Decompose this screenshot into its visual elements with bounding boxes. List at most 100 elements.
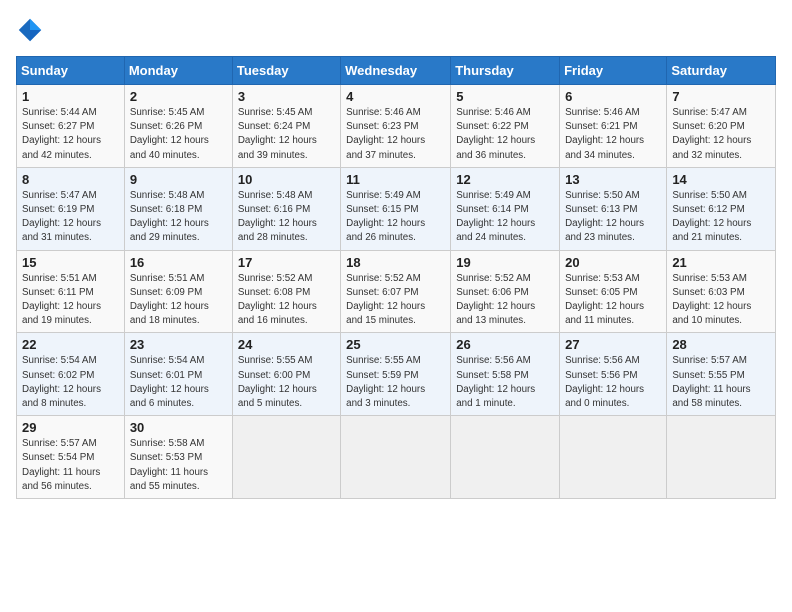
day-number: 7 — [672, 89, 770, 104]
calendar-cell: 26 Sunrise: 5:56 AM Sunset: 5:58 PM Dayli… — [451, 333, 560, 416]
calendar-week-row: 29 Sunrise: 5:57 AM Sunset: 5:54 PM Dayli… — [17, 416, 776, 499]
day-detail: Sunrise: 5:54 AM Sunset: 6:01 PM Dayligh… — [130, 354, 227, 411]
day-number: 22 — [22, 337, 119, 352]
day-detail: Sunrise: 5:49 AM Sunset: 6:15 PM Dayligh… — [346, 189, 445, 246]
calendar-cell: 18 Sunrise: 5:52 AM Sunset: 6:07 PM Dayli… — [341, 250, 451, 333]
weekday-header: Monday — [124, 57, 232, 85]
weekday-header: Wednesday — [341, 57, 451, 85]
day-number: 30 — [130, 420, 227, 435]
day-detail: Sunrise: 5:45 AM Sunset: 6:26 PM Dayligh… — [130, 106, 227, 163]
day-detail: Sunrise: 5:46 AM Sunset: 6:23 PM Dayligh… — [346, 106, 445, 163]
day-number: 5 — [456, 89, 554, 104]
logo-icon — [16, 16, 44, 44]
weekday-header: Saturday — [667, 57, 776, 85]
calendar-cell: 24 Sunrise: 5:55 AM Sunset: 6:00 PM Dayli… — [232, 333, 340, 416]
calendar-cell — [341, 416, 451, 499]
calendar-week-row: 15 Sunrise: 5:51 AM Sunset: 6:11 PM Dayli… — [17, 250, 776, 333]
day-detail: Sunrise: 5:54 AM Sunset: 6:02 PM Dayligh… — [22, 354, 119, 411]
day-detail: Sunrise: 5:46 AM Sunset: 6:21 PM Dayligh… — [565, 106, 661, 163]
day-number: 19 — [456, 255, 554, 270]
day-detail: Sunrise: 5:53 AM Sunset: 6:05 PM Dayligh… — [565, 272, 661, 329]
calendar-cell: 16 Sunrise: 5:51 AM Sunset: 6:09 PM Dayli… — [124, 250, 232, 333]
day-detail: Sunrise: 5:58 AM Sunset: 5:53 PM Dayligh… — [130, 437, 227, 494]
day-number: 27 — [565, 337, 661, 352]
weekday-header: Friday — [560, 57, 667, 85]
calendar-cell: 4Sunrise: 5:46 AM Sunset: 6:23 PM Daylig… — [341, 85, 451, 168]
calendar-cell: 25 Sunrise: 5:55 AM Sunset: 5:59 PM Dayli… — [341, 333, 451, 416]
day-number: 17 — [238, 255, 335, 270]
day-detail: Sunrise: 5:56 AM Sunset: 5:56 PM Dayligh… — [565, 354, 661, 411]
calendar-cell: 22 Sunrise: 5:54 AM Sunset: 6:02 PM Dayli… — [17, 333, 125, 416]
day-detail: Sunrise: 5:52 AM Sunset: 6:06 PM Dayligh… — [456, 272, 554, 329]
calendar-cell: 29 Sunrise: 5:57 AM Sunset: 5:54 PM Dayli… — [17, 416, 125, 499]
calendar-cell — [560, 416, 667, 499]
weekday-header: Sunday — [17, 57, 125, 85]
day-detail: Sunrise: 5:55 AM Sunset: 6:00 PM Dayligh… — [238, 354, 335, 411]
day-detail: Sunrise: 5:44 AM Sunset: 6:27 PM Dayligh… — [22, 106, 119, 163]
day-number: 13 — [565, 172, 661, 187]
calendar-cell: 19 Sunrise: 5:52 AM Sunset: 6:06 PM Dayli… — [451, 250, 560, 333]
calendar-cell — [667, 416, 776, 499]
calendar-cell — [232, 416, 340, 499]
day-detail: Sunrise: 5:49 AM Sunset: 6:14 PM Dayligh… — [456, 189, 554, 246]
day-detail: Sunrise: 5:50 AM Sunset: 6:12 PM Dayligh… — [672, 189, 770, 246]
calendar-cell: 8 Sunrise: 5:47 AM Sunset: 6:19 PM Daylig… — [17, 167, 125, 250]
day-number: 29 — [22, 420, 119, 435]
calendar-week-row: 22 Sunrise: 5:54 AM Sunset: 6:02 PM Dayli… — [17, 333, 776, 416]
day-number: 26 — [456, 337, 554, 352]
day-detail: Sunrise: 5:47 AM Sunset: 6:19 PM Dayligh… — [22, 189, 119, 246]
day-detail: Sunrise: 5:48 AM Sunset: 6:18 PM Dayligh… — [130, 189, 227, 246]
day-detail: Sunrise: 5:48 AM Sunset: 6:16 PM Dayligh… — [238, 189, 335, 246]
day-detail: Sunrise: 5:55 AM Sunset: 5:59 PM Dayligh… — [346, 354, 445, 411]
calendar-cell: 2 Sunrise: 5:45 AM Sunset: 6:26 PM Daylig… — [124, 85, 232, 168]
calendar-cell: 12 Sunrise: 5:49 AM Sunset: 6:14 PM Dayli… — [451, 167, 560, 250]
calendar-cell: 6Sunrise: 5:46 AM Sunset: 6:21 PM Daylig… — [560, 85, 667, 168]
day-number: 14 — [672, 172, 770, 187]
day-detail: Sunrise: 5:56 AM Sunset: 5:58 PM Dayligh… — [456, 354, 554, 411]
day-number: 20 — [565, 255, 661, 270]
weekday-header: Thursday — [451, 57, 560, 85]
day-detail: Sunrise: 5:51 AM Sunset: 6:11 PM Dayligh… — [22, 272, 119, 329]
day-number: 21 — [672, 255, 770, 270]
calendar-week-row: 8 Sunrise: 5:47 AM Sunset: 6:19 PM Daylig… — [17, 167, 776, 250]
calendar-cell: 28Sunrise: 5:57 AM Sunset: 5:55 PM Dayli… — [667, 333, 776, 416]
day-detail: Sunrise: 5:52 AM Sunset: 6:08 PM Dayligh… — [238, 272, 335, 329]
day-number: 23 — [130, 337, 227, 352]
calendar-cell: 27 Sunrise: 5:56 AM Sunset: 5:56 PM Dayli… — [560, 333, 667, 416]
calendar-cell: 1Sunrise: 5:44 AM Sunset: 6:27 PM Daylig… — [17, 85, 125, 168]
calendar-cell: 21 Sunrise: 5:53 AM Sunset: 6:03 PM Dayli… — [667, 250, 776, 333]
day-number: 18 — [346, 255, 445, 270]
calendar-cell: 11Sunrise: 5:49 AM Sunset: 6:15 PM Dayli… — [341, 167, 451, 250]
day-number: 12 — [456, 172, 554, 187]
day-number: 3 — [238, 89, 335, 104]
logo — [16, 16, 48, 44]
day-number: 2 — [130, 89, 227, 104]
calendar-week-row: 1Sunrise: 5:44 AM Sunset: 6:27 PM Daylig… — [17, 85, 776, 168]
calendar-cell: 17 Sunrise: 5:52 AM Sunset: 6:08 PM Dayli… — [232, 250, 340, 333]
calendar-cell: 30 Sunrise: 5:58 AM Sunset: 5:53 PM Dayli… — [124, 416, 232, 499]
day-number: 25 — [346, 337, 445, 352]
day-number: 8 — [22, 172, 119, 187]
day-number: 15 — [22, 255, 119, 270]
calendar-table: SundayMondayTuesdayWednesdayThursdayFrid… — [16, 56, 776, 499]
page-header — [16, 16, 776, 44]
calendar-cell: 14 Sunrise: 5:50 AM Sunset: 6:12 PM Dayli… — [667, 167, 776, 250]
day-number: 16 — [130, 255, 227, 270]
calendar-cell: 10Sunrise: 5:48 AM Sunset: 6:16 PM Dayli… — [232, 167, 340, 250]
calendar-cell: 15 Sunrise: 5:51 AM Sunset: 6:11 PM Dayli… — [17, 250, 125, 333]
day-detail: Sunrise: 5:47 AM Sunset: 6:20 PM Dayligh… — [672, 106, 770, 163]
calendar-cell: 13Sunrise: 5:50 AM Sunset: 6:13 PM Dayli… — [560, 167, 667, 250]
day-number: 9 — [130, 172, 227, 187]
day-detail: Sunrise: 5:57 AM Sunset: 5:54 PM Dayligh… — [22, 437, 119, 494]
day-detail: Sunrise: 5:51 AM Sunset: 6:09 PM Dayligh… — [130, 272, 227, 329]
day-detail: Sunrise: 5:53 AM Sunset: 6:03 PM Dayligh… — [672, 272, 770, 329]
calendar-cell: 3 Sunrise: 5:45 AM Sunset: 6:24 PM Daylig… — [232, 85, 340, 168]
day-detail: Sunrise: 5:45 AM Sunset: 6:24 PM Dayligh… — [238, 106, 335, 163]
day-number: 24 — [238, 337, 335, 352]
day-detail: Sunrise: 5:57 AM Sunset: 5:55 PM Dayligh… — [672, 354, 770, 411]
day-detail: Sunrise: 5:46 AM Sunset: 6:22 PM Dayligh… — [456, 106, 554, 163]
day-detail: Sunrise: 5:52 AM Sunset: 6:07 PM Dayligh… — [346, 272, 445, 329]
calendar-cell: 5 Sunrise: 5:46 AM Sunset: 6:22 PM Daylig… — [451, 85, 560, 168]
calendar-cell: 9 Sunrise: 5:48 AM Sunset: 6:18 PM Daylig… — [124, 167, 232, 250]
calendar-cell: 23 Sunrise: 5:54 AM Sunset: 6:01 PM Dayli… — [124, 333, 232, 416]
